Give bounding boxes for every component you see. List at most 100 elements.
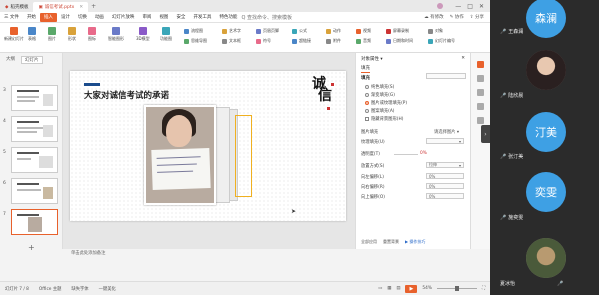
menu-design[interactable]: 设计 (57, 13, 74, 22)
missing-font-indicator[interactable]: 缺失字体 (71, 286, 88, 292)
transparency-slider[interactable] (394, 154, 418, 155)
participant-avatar[interactable]: 奕雯 (526, 172, 566, 212)
fill-section-title[interactable]: 填充 (361, 75, 370, 81)
fit-window-icon[interactable]: ⛶ (482, 286, 485, 291)
hyperlink-button[interactable]: 超链接 (292, 38, 311, 44)
slide-thumbnail[interactable] (11, 85, 58, 111)
participant-avatar[interactable]: 汀美 (526, 112, 566, 152)
participant-avatar-photo[interactable] (526, 238, 566, 278)
new-slide-button[interactable]: 新建幻灯片 (4, 27, 24, 42)
menu-home[interactable]: 开始 (23, 13, 40, 22)
menu-features[interactable]: 特色功能 (215, 13, 241, 22)
menu-view[interactable]: 视图 (155, 13, 172, 22)
fill-preview-dropdown[interactable] (426, 73, 466, 79)
zoom-knob[interactable] (454, 286, 459, 291)
menu-developer[interactable]: 开发工具 (189, 13, 215, 22)
user-avatar[interactable] (437, 2, 444, 9)
participant-avatar-photo[interactable] (526, 50, 566, 90)
student-photo[interactable] (144, 105, 216, 205)
smartart-button[interactable]: 智能图形 (108, 27, 124, 42)
fill-option-gradient[interactable]: 渐变填充(G) (365, 92, 395, 98)
maximize-button[interactable]: □ (467, 3, 473, 10)
collapse-panel-button[interactable]: › (481, 125, 490, 143)
tab-fill[interactable]: 填充 (361, 65, 370, 73)
transparency-value[interactable]: 0% (420, 151, 427, 156)
tab-home-templates[interactable]: ◆ 稻壳模板 (0, 2, 34, 12)
menu-slideshow[interactable]: 幻灯片放映 (108, 13, 139, 22)
select-tool-icon[interactable] (477, 103, 484, 110)
menu-file[interactable]: 三 文件 (0, 13, 23, 22)
command-search[interactable]: Q 查找命令、搜索模板 (241, 14, 292, 21)
object-button[interactable]: 对象 (428, 28, 443, 34)
new-tab-button[interactable]: + (91, 3, 96, 10)
notes-area[interactable]: 单击此处添加备注 (65, 249, 355, 257)
slide-thumbnail[interactable] (11, 147, 58, 173)
add-slide-button[interactable]: + (28, 243, 35, 252)
sorter-view-icon[interactable]: ▦ (387, 286, 391, 291)
props-title[interactable]: 对象属性 ▾ (361, 56, 383, 62)
tab-outline[interactable]: 大纲 (6, 56, 15, 64)
slide-thumbnail[interactable] (11, 116, 58, 142)
theme-name[interactable]: Office 主题 (39, 286, 62, 292)
table-button[interactable]: 表格 (28, 27, 36, 42)
flowchart-button[interactable]: 流程图 (184, 28, 203, 34)
textbox-button[interactable]: 文本框 (222, 38, 241, 44)
attachment-button[interactable]: 附件 (326, 38, 341, 44)
mindmap-button[interactable]: 思维导图 (184, 38, 207, 44)
slide-thumbnail-active[interactable] (11, 209, 58, 235)
collaborate-button[interactable]: ✎ 协作 (450, 14, 464, 20)
hide-background-graphics[interactable]: 隐藏背景图形(H) (365, 116, 403, 122)
slide-title[interactable]: 大家对诚信考试的承诺 (84, 89, 169, 101)
video-button[interactable]: 视频 (356, 28, 371, 34)
date-time-button[interactable]: 日期和时间 (386, 38, 413, 44)
participant-avatar[interactable]: 森澜 (526, 0, 566, 38)
slide-thumbnail[interactable] (11, 178, 58, 204)
menu-animations[interactable]: 动画 (91, 13, 108, 22)
apply-all-button[interactable]: 全部应用 (361, 239, 377, 245)
screen-record-button[interactable]: 屏幕录制 (386, 28, 409, 34)
fill-option-pattern[interactable]: 图案填充(A) (365, 108, 394, 114)
shape-button[interactable]: 形状 (68, 27, 76, 42)
close-window-button[interactable]: ✕ (479, 3, 484, 10)
minimize-button[interactable]: — (455, 3, 461, 10)
reading-view-icon[interactable]: ▤ (396, 286, 400, 291)
offset-left-input[interactable]: 0% (426, 173, 464, 179)
modified-status[interactable]: ☁ 有修改 (424, 14, 443, 20)
menu-review[interactable]: 审阅 (138, 13, 155, 22)
tab-slides[interactable]: 幻灯片 (21, 56, 43, 64)
fill-option-solid[interactable]: 纯色填充(S) (365, 84, 394, 90)
zoom-level[interactable]: 54% (422, 286, 432, 291)
stretch-dropdown[interactable]: 拉伸 ▾ (426, 162, 464, 168)
current-slide[interactable]: 大家对诚信考试的承诺 诚 信 (70, 71, 346, 221)
symbol-button[interactable]: 符号 (256, 38, 271, 44)
wordart-button[interactable]: 艺术字 (222, 28, 241, 34)
play-slideshow-button[interactable]: ▶ (405, 284, 418, 293)
share-button[interactable]: ⇧ 分享 (470, 14, 484, 20)
menu-transitions[interactable]: 切换 (74, 13, 91, 22)
properties-tool-icon[interactable] (477, 61, 484, 68)
menu-insert[interactable]: 插入 (39, 12, 57, 22)
header-footer-button[interactable]: 页眉页脚 (256, 28, 279, 34)
normal-view-icon[interactable]: ▭ (378, 286, 382, 291)
3d-model-button[interactable]: 3D模型 (136, 27, 150, 42)
audio-button[interactable]: 音频 (356, 38, 371, 44)
zoom-slider[interactable] (436, 286, 477, 291)
picture-button[interactable]: 图片 (48, 27, 56, 42)
beautify-button[interactable]: 一键美化 (99, 286, 116, 292)
formula-button[interactable]: 公式 (292, 28, 307, 34)
reset-background-button[interactable]: 重置背景 (383, 239, 399, 245)
tips-link[interactable]: ▶ 操作技巧 (405, 239, 425, 245)
slide-number-button[interactable]: 幻灯片编号 (428, 38, 455, 44)
fill-option-picture[interactable]: 图片或纹理填充(P) (365, 100, 407, 106)
picture-fill-select[interactable]: 请选择图片 ▾ (434, 129, 459, 135)
help-tool-icon[interactable] (477, 117, 484, 124)
icon-button[interactable]: 图标 (88, 27, 96, 42)
photo-stack[interactable] (144, 105, 240, 207)
design-tool-icon[interactable] (477, 75, 484, 82)
offset-top-input[interactable]: 0% (426, 193, 464, 199)
animation-tool-icon[interactable] (477, 89, 484, 96)
close-tab-icon[interactable]: ✕ (79, 5, 83, 10)
menu-security[interactable]: 安全 (172, 13, 189, 22)
close-props-icon[interactable]: ✕ (461, 56, 465, 62)
texture-fill-dropdown[interactable]: ▾ (426, 138, 464, 144)
